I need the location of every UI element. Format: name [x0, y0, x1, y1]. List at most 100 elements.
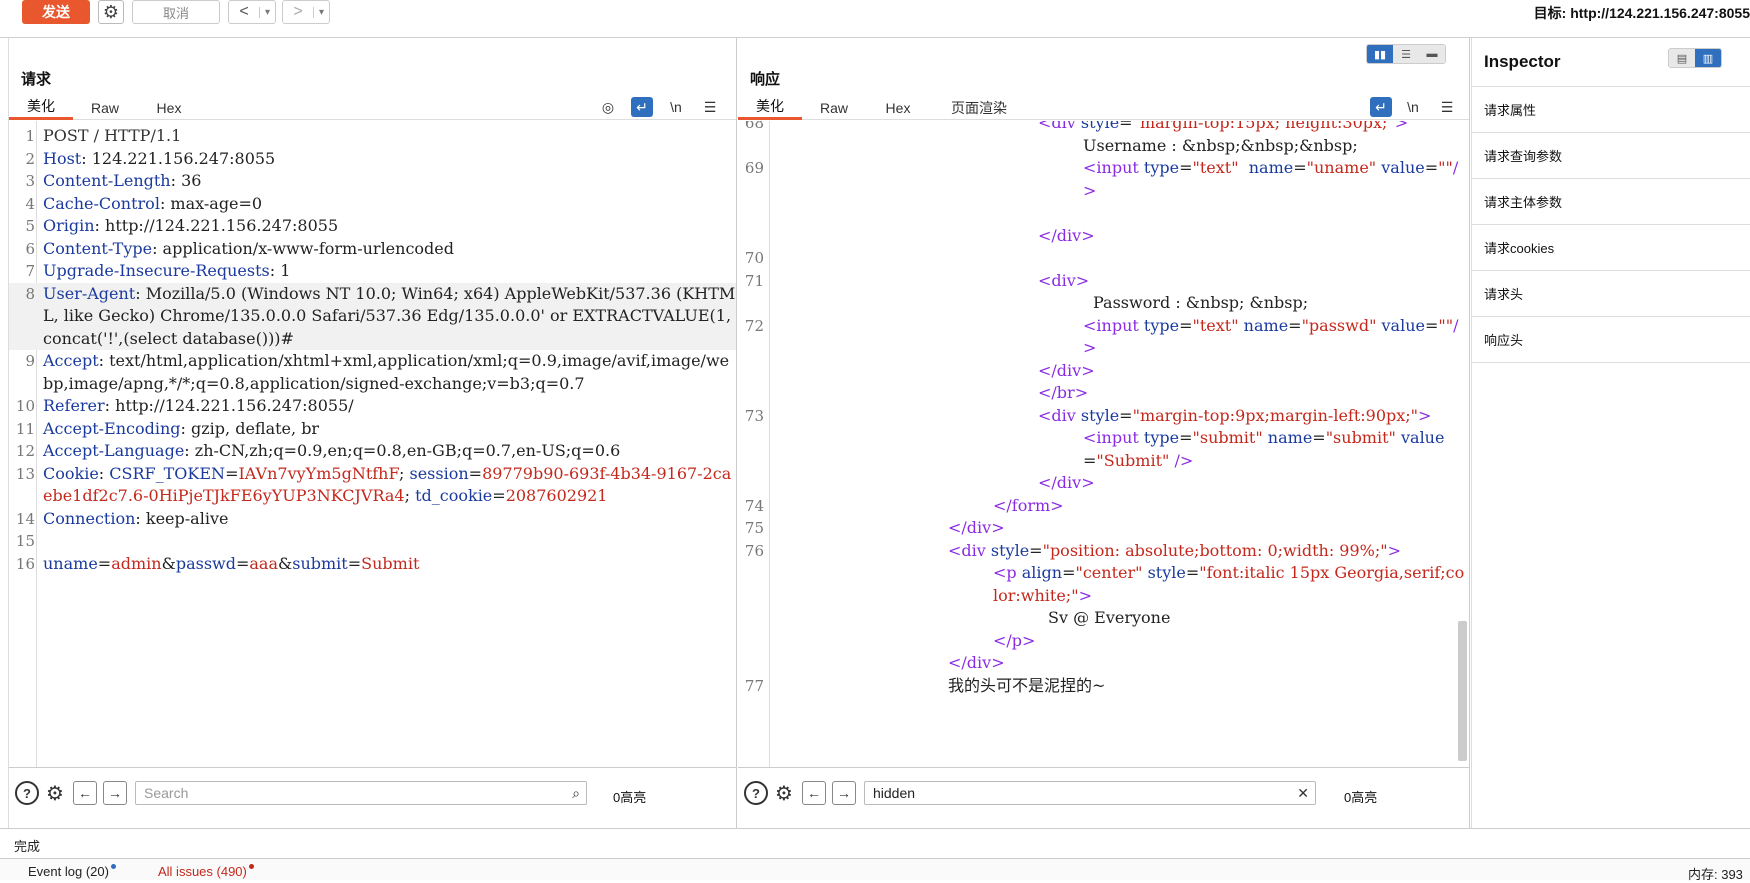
event-log-tab[interactable]: Event log (20): [28, 864, 116, 879]
request-search-bar: ? ⚙ ← → Search ⌕ 0高亮: [9, 773, 736, 813]
response-code: 68 <div style="margin-top:15px; height:30…: [738, 121, 1469, 697]
memory-indicator: 内存: 393: [1688, 867, 1743, 882]
code-line: </br>: [1038, 383, 1089, 402]
code-line: 13 Cookie: CSRF_TOKEN=IAVn7vyYm5gNtfhF; s…: [15, 463, 732, 506]
forward-dropdown-icon[interactable]: ▾: [313, 6, 329, 18]
highlight-count: 0高亮: [613, 790, 647, 805]
code-line: 74 </form>: [744, 495, 1064, 515]
back-button[interactable]: < ▾: [228, 0, 276, 24]
inspector-item[interactable]: 请求属性: [1472, 87, 1750, 133]
inspector-layout-list-icon[interactable]: ▤: [1669, 49, 1695, 67]
eye-slash-icon[interactable]: ◎: [597, 97, 619, 117]
code-line: 16 uname=admin&passwd=aaa&submit=Submit: [15, 553, 420, 573]
wrap-icon[interactable]: ↵: [631, 97, 653, 117]
tab-render[interactable]: 页面渲染: [934, 95, 1024, 120]
all-issues-tab[interactable]: All issues (490): [158, 864, 254, 879]
inspector-item[interactable]: 请求查询参数: [1472, 133, 1750, 179]
inspector-layout-toggle[interactable]: ▤ ▥: [1668, 48, 1722, 68]
tab-hex[interactable]: Hex: [137, 95, 201, 120]
settings-icon[interactable]: ⚙: [43, 781, 67, 805]
clear-icon[interactable]: ✕: [1297, 782, 1309, 804]
code-line: 6 Content-Type: application/x-www-form-ur…: [25, 238, 454, 258]
help-icon[interactable]: ?: [744, 781, 768, 805]
inspector-title: Inspector: [1484, 52, 1561, 71]
code-line: 75 </div>: [744, 518, 1005, 537]
inspector-panel: Inspector ▤ ▥ 请求属性 请求查询参数 请求主体参数 请求cooki…: [1471, 38, 1750, 828]
next-icon[interactable]: →: [832, 781, 856, 805]
settings-icon[interactable]: ⚙: [772, 781, 796, 805]
inspector-layout-panel-icon[interactable]: ▥: [1695, 49, 1721, 67]
code-line: 14 Connection: keep-alive: [15, 508, 229, 528]
code-line: 5 Origin: http://124.221.156.247:8055: [25, 216, 339, 235]
request-tabs: 美化 Raw Hex ◎ ↵ \n ☰: [9, 95, 736, 120]
tab-raw[interactable]: Raw: [802, 95, 866, 120]
code-line: 77 我的头可不是泥捏的~: [744, 675, 1106, 695]
layout-toggle[interactable]: ▮▮ ☰ ▬: [1366, 44, 1446, 64]
code-line: 1 POST / HTTP/1.1: [25, 126, 182, 145]
search-input[interactable]: hidden ✕: [864, 781, 1316, 805]
code-line: </p>: [993, 630, 1036, 650]
code-line: 71 <div>: [744, 270, 1090, 290]
code-line: </div>: [1038, 225, 1095, 245]
response-panel: ▮▮ ☰ ▬ 响应 美化 Raw Hex 页面渲染 ↵ \n ☰ 68 <div …: [738, 38, 1470, 828]
back-arrow-icon: <: [239, 3, 249, 20]
response-search-bar: ? ⚙ ← → hidden ✕ 0高亮: [738, 773, 1469, 813]
wrap-icon[interactable]: ↵: [1370, 97, 1392, 117]
prev-icon[interactable]: ←: [73, 781, 97, 805]
next-icon[interactable]: →: [103, 781, 127, 805]
menu-icon[interactable]: ☰: [699, 97, 721, 117]
code-line: 10 Referer: http://124.221.156.247:8055/: [15, 396, 354, 415]
response-tabs: 美化 Raw Hex 页面渲染 ↵ \n ☰: [738, 95, 1469, 120]
request-editor[interactable]: 1 POST / HTTP/1.1 2 Host: 124.221.156.247:…: [9, 121, 736, 768]
code-line: Username : &nbsp;&nbsp;&nbsp;: [1083, 135, 1358, 155]
code-line: 11 Accept-Encoding: gzip, deflate, br: [15, 418, 320, 438]
cancel-button[interactable]: 取消: [132, 0, 220, 24]
status-bar: 完成: [0, 828, 1750, 858]
back-dropdown-icon[interactable]: ▾: [259, 6, 275, 18]
settings-gear-icon[interactable]: ⚙: [98, 0, 124, 24]
inspector-item[interactable]: 请求头: [1472, 271, 1750, 317]
tab-hex[interactable]: Hex: [866, 95, 930, 120]
forward-button[interactable]: > ▾: [282, 0, 330, 24]
response-editor[interactable]: 68 <div style="margin-top:15px; height:30…: [738, 121, 1469, 768]
menu-icon[interactable]: ☰: [1436, 97, 1458, 117]
target-label: 目标: http://124.221.156.247:8055: [1533, 5, 1750, 21]
code-line: 69 <input type="text" name="uname" value=…: [744, 158, 1459, 200]
inspector-item[interactable]: 请求主体参数: [1472, 179, 1750, 225]
request-panel: 请求 美化 Raw Hex ◎ ↵ \n ☰ 1 POST / HTTP/1.1 …: [8, 38, 737, 828]
search-icon: ⌕: [572, 785, 580, 801]
layout-tabs-icon[interactable]: ▬: [1419, 45, 1445, 63]
code-line: 9 Accept: text/html,application/xhtml+xml…: [25, 351, 730, 393]
code-line: 7 Upgrade-Insecure-Requests: 1: [25, 261, 291, 280]
status-text: 完成: [14, 839, 41, 854]
code-line: 70: [744, 249, 764, 267]
request-code: 1 POST / HTTP/1.1 2 Host: 124.221.156.247:…: [9, 125, 736, 575]
code-line: 15: [15, 532, 35, 550]
code-line: Sv @ Everyone: [1048, 608, 1171, 627]
prev-icon[interactable]: ←: [802, 781, 826, 805]
newline-icon[interactable]: \n: [665, 97, 687, 117]
code-line: 76 <div style="position: absolute;bottom:…: [744, 540, 1402, 560]
tab-pretty[interactable]: 美化: [9, 95, 73, 120]
inspector-item[interactable]: 响应头: [1472, 317, 1750, 363]
code-line: <p align="center" style="font:italic 15p…: [993, 563, 1465, 605]
request-title: 请求: [21, 71, 52, 88]
send-button[interactable]: 发送: [22, 0, 90, 24]
tab-pretty[interactable]: 美化: [738, 95, 802, 120]
newline-icon[interactable]: \n: [1402, 97, 1424, 117]
code-line: 73 <div style="margin-top:9px;margin-left…: [744, 405, 1432, 425]
code-line: Password : &nbsp; &nbsp;: [1093, 293, 1309, 312]
layout-split-icon[interactable]: ▮▮: [1367, 45, 1393, 63]
top-toolbar: 发送 ⚙ 取消 < ▾ > ▾ 目标: http://124.221.156.2…: [0, 0, 1750, 38]
inspector-item[interactable]: 请求cookies: [1472, 225, 1750, 271]
code-line: 12 Accept-Language: zh-CN,zh;q=0.9,en;q=0…: [15, 441, 621, 460]
help-icon[interactable]: ?: [15, 781, 39, 805]
forward-arrow-icon: >: [293, 3, 303, 20]
code-line: </div>: [948, 653, 1005, 672]
tab-raw[interactable]: Raw: [73, 95, 137, 120]
bottom-bar: Event log (20) All issues (490) 内存: 393: [0, 858, 1750, 882]
code-line: 4 Cache-Control: max-age=0: [25, 193, 263, 213]
layout-horizontal-icon[interactable]: ☰: [1393, 45, 1419, 63]
search-input[interactable]: Search ⌕: [135, 781, 587, 805]
